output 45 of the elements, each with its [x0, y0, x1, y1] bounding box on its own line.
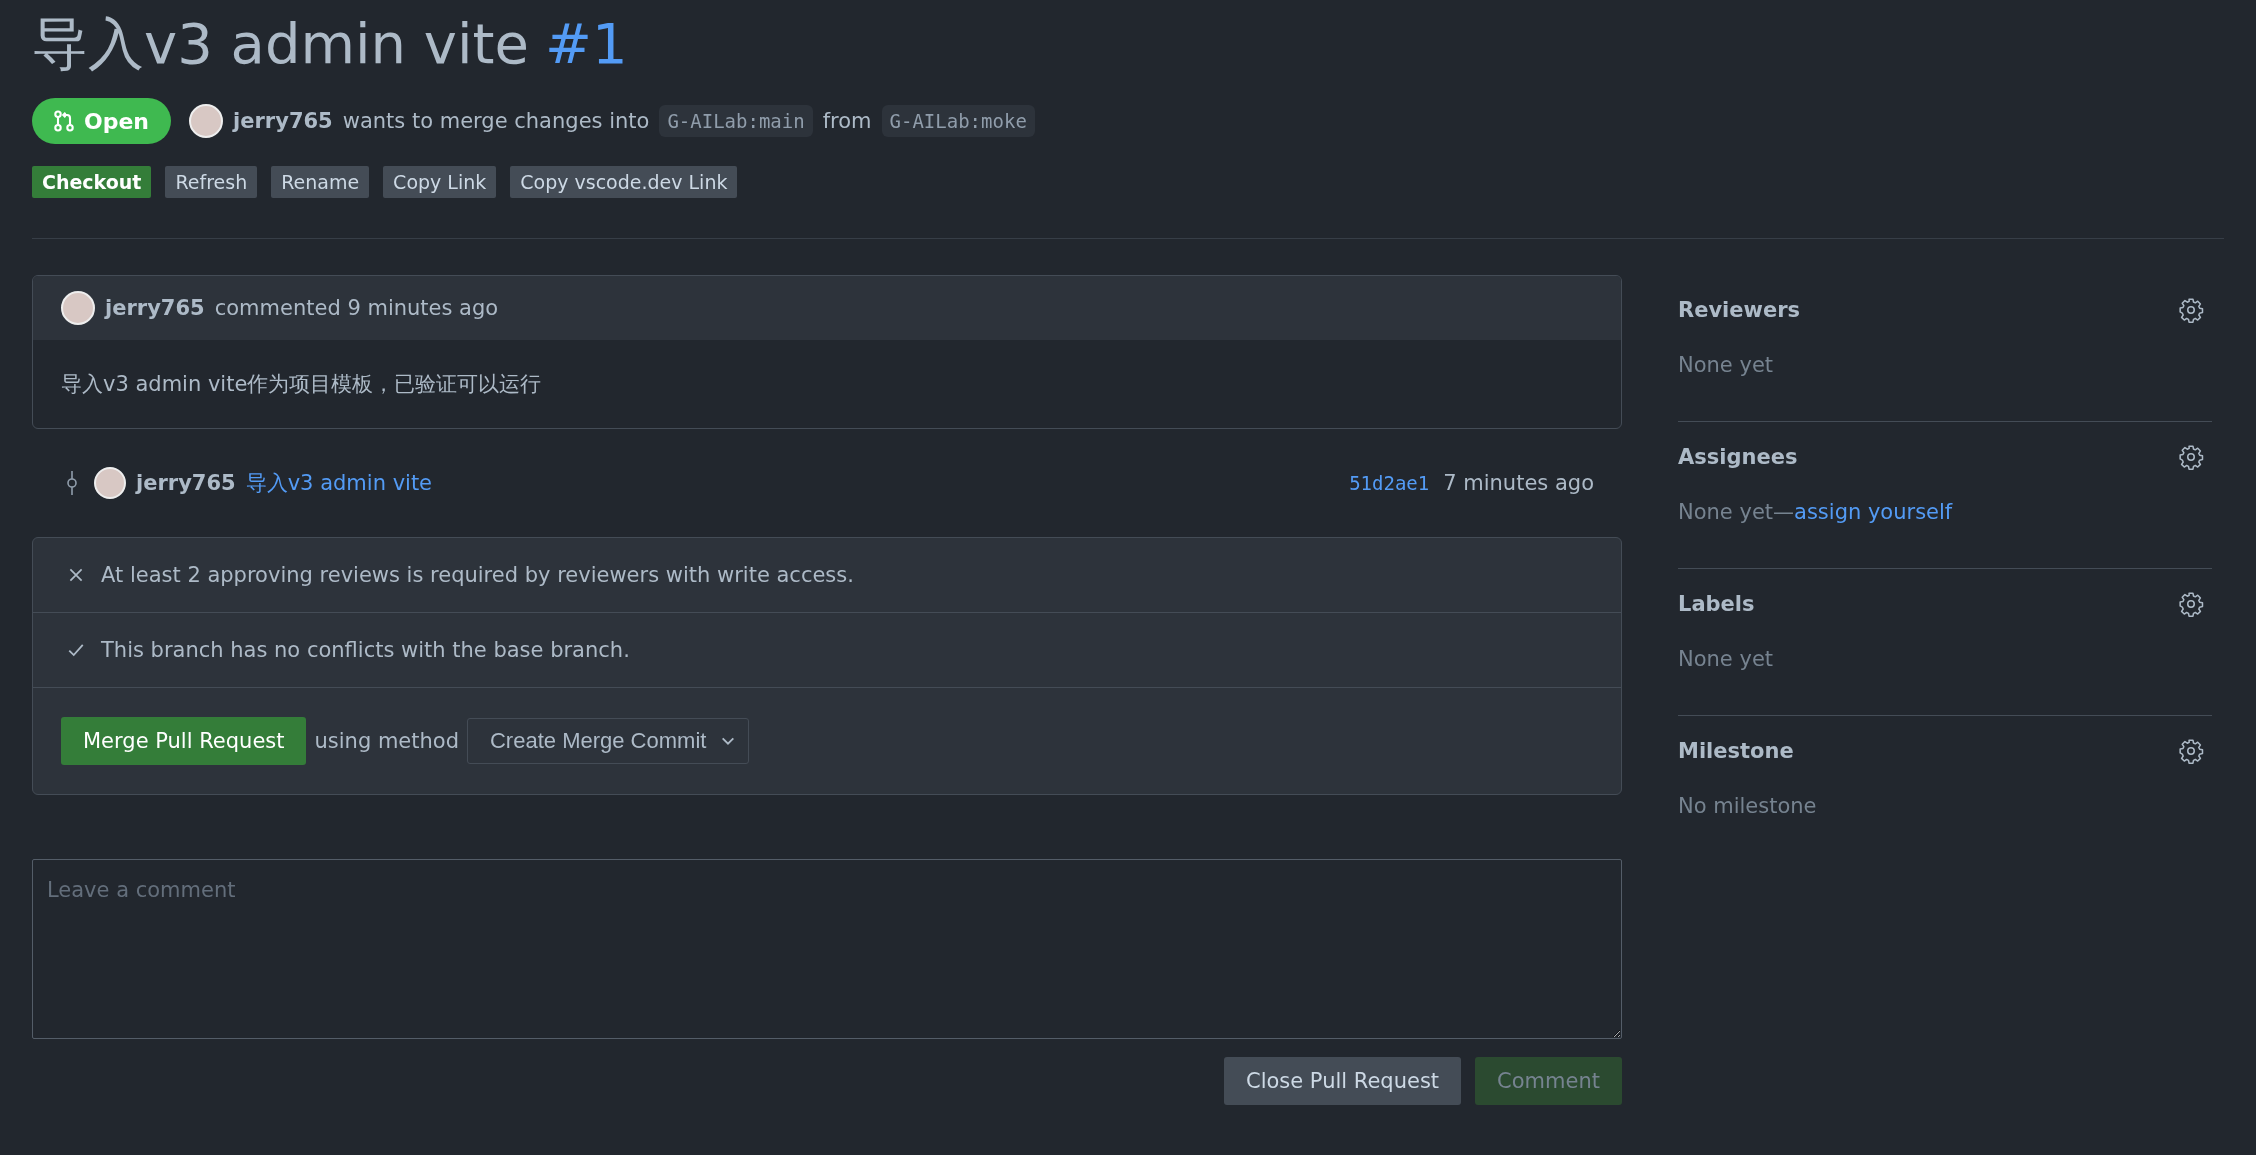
check-text: At least 2 approving reviews is required by reviewers with write access. [101, 563, 854, 587]
commit-sha-link[interactable]: 51d2ae1 [1349, 472, 1430, 494]
status-badge: Open [32, 98, 172, 144]
settings-icon[interactable] [2178, 591, 2204, 617]
commit-message-link[interactable]: 导入v3 admin vite [245, 469, 433, 497]
summary-text: wants to merge changes into [342, 109, 650, 133]
comment-field[interactable]: Leave a comment [32, 859, 1622, 1039]
sidebar-value: None yet— [1678, 500, 1795, 524]
sidebar-heading: Labels [1678, 592, 1755, 616]
settings-icon[interactable] [2178, 297, 2204, 323]
author-name[interactable]: jerry765 [105, 296, 205, 320]
comment-body: 导入v3 admin vite作为项目模板，已验证可以运行 [61, 372, 542, 396]
head-branch: G-AILab:moke [881, 105, 1035, 137]
settings-icon[interactable] [2178, 444, 2204, 470]
sidebar-heading: Milestone [1678, 739, 1794, 763]
sidebar-value: None yet [1678, 647, 1774, 671]
action-button[interactable]: Copy vscode.dev Link [510, 166, 738, 198]
sidebar-heading: Reviewers [1678, 298, 1801, 322]
pr-number: #1 [544, 10, 628, 78]
close-pr-button[interactable]: Close Pull Request [1223, 1057, 1462, 1105]
using-method-text: using method [314, 729, 459, 753]
from-text: from [822, 109, 872, 133]
pr-title: 导入v3 admin vite [32, 10, 529, 78]
merge-button[interactable]: Merge Pull Request [61, 717, 307, 765]
pull-request-icon [52, 109, 76, 133]
check-text: This branch has no conflicts with the base branch. [101, 638, 630, 662]
action-button[interactable]: Copy Link [383, 166, 497, 198]
action-button[interactable]: Checkout [32, 166, 152, 198]
avatar [94, 467, 126, 499]
action-button[interactable]: Rename [271, 166, 370, 198]
merge-method-dropdown[interactable]: Create Merge Commit [467, 718, 750, 764]
commit-time: 7 minutes ago [1443, 471, 1594, 495]
author-name[interactable]: jerry765 [233, 109, 333, 133]
settings-icon[interactable] [2178, 738, 2204, 764]
comment-meta: commented 9 minutes ago [214, 296, 499, 320]
author-name[interactable]: jerry765 [136, 471, 236, 495]
assign-yourself-link[interactable]: assign yourself [1794, 500, 1953, 524]
commit-icon [64, 468, 80, 498]
base-branch: G-AILab:main [659, 105, 813, 137]
action-button[interactable]: Refresh [165, 166, 258, 198]
avatar [189, 104, 224, 138]
sidebar-heading: Assignees [1678, 445, 1798, 469]
sidebar-value: No milestone [1678, 794, 1817, 818]
sidebar-value: None yet [1678, 353, 1774, 377]
avatar [61, 291, 95, 325]
